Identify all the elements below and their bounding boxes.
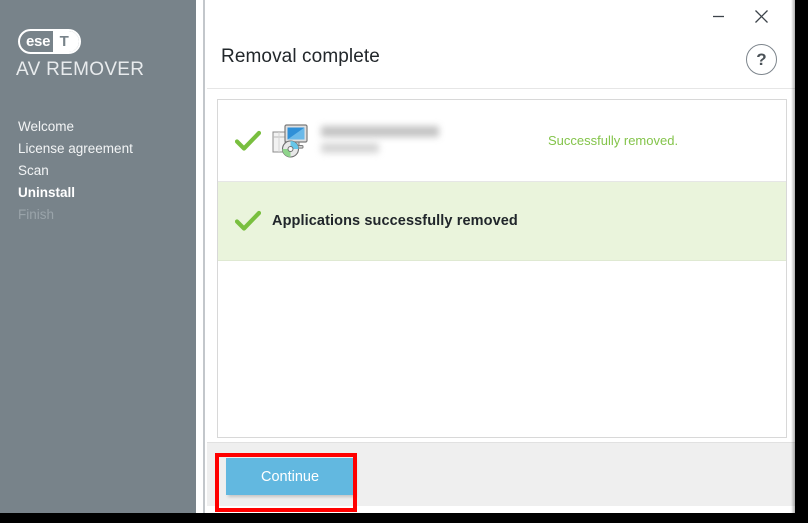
green-check-icon [235, 130, 261, 152]
sidebar-item-finish: Finish [18, 207, 55, 222]
removal-results-panel: Successfully removed. Applications succe… [217, 99, 787, 438]
minimize-icon[interactable] [699, 0, 737, 32]
sidebar-item-welcome[interactable]: Welcome [18, 116, 188, 138]
eset-av-remover-window: ese T AV REMOVER Welcome License agreeme… [0, 0, 808, 523]
sidebar: ese T AV REMOVER Welcome License agreeme… [0, 0, 196, 513]
product-name: AV REMOVER [16, 59, 145, 80]
eset-logo-text-right: T [53, 31, 79, 52]
status-badge: Successfully removed. [548, 133, 679, 148]
close-icon[interactable] [742, 0, 780, 32]
sidebar-item-uninstall[interactable]: Uninstall [18, 182, 188, 204]
page-title: Removal complete [221, 46, 380, 67]
window-bottom-border [0, 513, 808, 523]
sidebar-dialog-divider [196, 0, 205, 513]
continue-button-wrapper: Continue [217, 450, 363, 500]
table-row: Successfully removed. [218, 100, 786, 182]
eset-logo: ese T [18, 29, 81, 54]
sidebar-item-scan[interactable]: Scan [18, 160, 188, 182]
window-right-border [795, 0, 808, 523]
dialog-panel: Removal complete ? Successfully removed.… [207, 0, 797, 513]
sidebar-nav: Welcome License agreement Scan Uninstall… [18, 116, 188, 226]
summary-label: Applications successfully removed [272, 213, 518, 229]
continue-button[interactable]: Continue [226, 458, 354, 495]
summary-row: Applications successfully removed [218, 182, 786, 261]
green-check-icon [235, 210, 261, 232]
help-icon[interactable]: ? [746, 44, 777, 75]
dialog-header: Removal complete ? [207, 33, 797, 89]
titlebar [207, 0, 797, 34]
sidebar-item-license-agreement[interactable]: License agreement [18, 138, 188, 160]
application-name-redacted [321, 124, 453, 158]
eset-logo-text-left: ese [26, 33, 51, 50]
add-remove-programs-icon [272, 123, 310, 159]
dialog-footer: Continue [207, 442, 797, 506]
